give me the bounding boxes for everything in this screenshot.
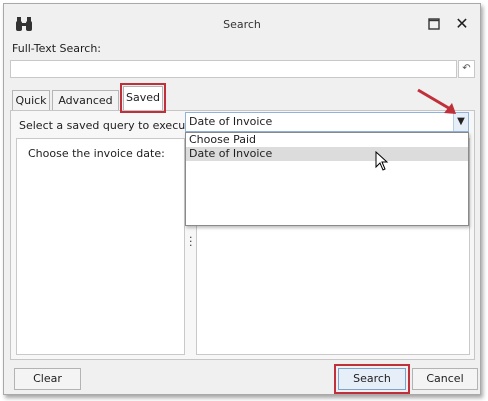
splitter-handle[interactable]: · · ·: [189, 232, 193, 251]
close-icon: ✕: [455, 14, 469, 33]
tab-quick[interactable]: Quick: [12, 90, 50, 110]
full-text-search-label: Full-Text Search:: [12, 42, 102, 55]
window-title: Search: [223, 18, 261, 31]
clear-text-button[interactable]: ↶: [458, 60, 475, 78]
dropdown-option-date-of-invoice[interactable]: Date of Invoice: [186, 147, 468, 161]
title-bar: Search ✕: [4, 4, 480, 44]
cancel-button[interactable]: Cancel: [412, 368, 478, 390]
tab-saved[interactable]: Saved: [120, 83, 166, 113]
close-button[interactable]: ✕: [452, 14, 472, 34]
maximize-icon: [428, 18, 440, 30]
mouse-pointer-icon: [375, 151, 389, 171]
undo-icon: ↶: [462, 63, 471, 74]
saved-query-label: Select a saved query to execute:: [19, 119, 201, 132]
dropdown-option-choose-paid[interactable]: Choose Paid: [186, 133, 468, 147]
tab-advanced[interactable]: Advanced: [52, 90, 119, 110]
parameter-pane: [16, 138, 185, 355]
maximize-button[interactable]: [424, 14, 444, 34]
saved-query-dropdown-list: Choose Paid Date of Invoice: [185, 132, 469, 226]
clear-button[interactable]: Clear: [14, 368, 81, 390]
full-text-search-input[interactable]: [10, 60, 457, 78]
search-dialog: Search ✕ Full-Text Search: ↶ Quick Advan…: [3, 3, 481, 395]
invoice-date-prompt: Choose the invoice date:: [28, 147, 165, 160]
red-arrow-icon: [417, 88, 456, 114]
search-button[interactable]: Search: [334, 364, 410, 394]
